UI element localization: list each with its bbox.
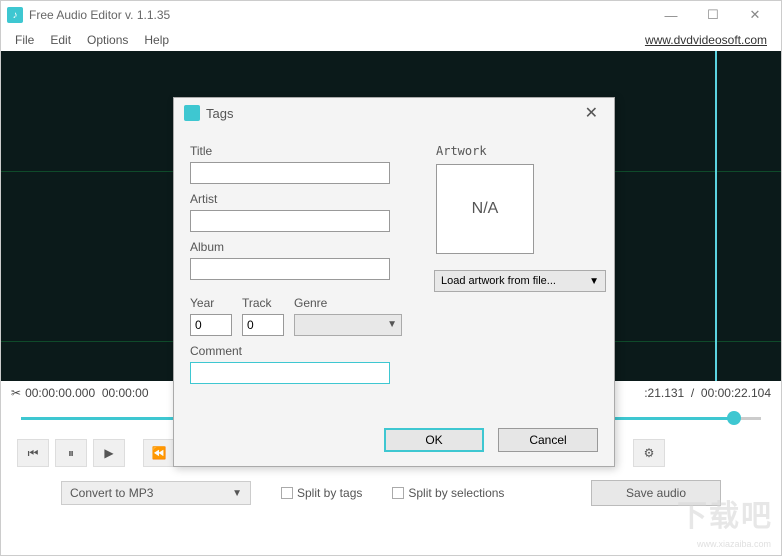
play-button[interactable]: ▶ — [93, 439, 125, 467]
convert-label: Convert to MP3 — [70, 486, 153, 500]
scissors-icon: ✂ — [11, 386, 21, 400]
checkbox-icon — [392, 487, 404, 499]
track-input[interactable] — [242, 314, 284, 336]
dialog-icon — [184, 105, 200, 121]
title-label: Title — [190, 144, 598, 158]
skip-back-button[interactable]: ⏪ — [143, 439, 175, 467]
year-input[interactable] — [190, 314, 232, 336]
artwork-na: N/A — [472, 200, 499, 218]
split-tags-label: Split by tags — [297, 486, 362, 500]
rewind-button[interactable]: ⏮ — [17, 439, 49, 467]
split-by-tags-checkbox[interactable]: Split by tags — [281, 486, 362, 500]
maximize-button[interactable]: ☐ — [693, 2, 733, 28]
album-input[interactable] — [190, 258, 390, 280]
genre-label: Genre — [294, 296, 402, 310]
save-label: Save audio — [626, 486, 686, 500]
slider-thumb[interactable] — [727, 411, 741, 425]
cancel-label: Cancel — [529, 433, 566, 447]
artist-label: Artist — [190, 192, 598, 206]
playhead-marker[interactable] — [715, 51, 717, 381]
split-sel-label: Split by selections — [408, 486, 504, 500]
dialog-titlebar: Tags ✕ — [174, 98, 614, 128]
pause-button[interactable]: ⏸ — [55, 439, 87, 467]
menu-bar: File Edit Options Help www.dvdvideosoft.… — [1, 29, 781, 51]
menu-help[interactable]: Help — [136, 31, 177, 49]
dialog-title: Tags — [206, 106, 233, 121]
load-artwork-label: Load artwork from file... — [441, 275, 556, 287]
dialog-buttons: OK Cancel — [384, 428, 598, 452]
convert-format-dropdown[interactable]: Convert to MP3 ▼ — [61, 481, 251, 505]
title-bar: ♪ Free Audio Editor v. 1.1.35 — ☐ ✕ — [1, 1, 781, 29]
time-mid: 00:00:00 — [102, 386, 149, 400]
tags-dialog: Tags ✕ Title Artist Album Year Track Gen… — [173, 97, 615, 467]
split-by-selections-checkbox[interactable]: Split by selections — [392, 486, 504, 500]
dialog-body: Title Artist Album Year Track Genre ▼ — [174, 128, 614, 392]
dropdown-arrow-icon: ▼ — [589, 276, 599, 287]
window-controls: — ☐ ✕ — [651, 2, 775, 28]
genre-dropdown[interactable]: ▼ — [294, 314, 402, 336]
website-link[interactable]: www.dvdvideosoft.com — [645, 33, 775, 47]
minimize-button[interactable]: — — [651, 2, 691, 28]
time-position: :21.131 — [644, 386, 684, 400]
ok-button[interactable]: OK — [384, 428, 484, 452]
menu-options[interactable]: Options — [79, 31, 136, 49]
menu-edit[interactable]: Edit — [42, 31, 79, 49]
comment-input[interactable] — [190, 362, 390, 384]
app-icon: ♪ — [7, 7, 23, 23]
artwork-label: Artwork — [436, 144, 487, 158]
time-start: 00:00:00.000 — [25, 386, 95, 400]
artwork-preview: N/A — [436, 164, 534, 254]
dropdown-arrow-icon: ▼ — [387, 319, 397, 330]
bottom-bar: Convert to MP3 ▼ Split by tags Split by … — [1, 473, 781, 513]
menu-file[interactable]: File — [7, 31, 42, 49]
title-input[interactable] — [190, 162, 390, 184]
app-title: Free Audio Editor v. 1.1.35 — [29, 8, 170, 22]
cancel-button[interactable]: Cancel — [498, 428, 598, 452]
settings-button[interactable]: ⚙ — [633, 439, 665, 467]
ok-label: OK — [425, 433, 442, 447]
load-artwork-dropdown[interactable]: Load artwork from file... ▼ — [434, 270, 606, 292]
dropdown-arrow-icon: ▼ — [232, 488, 242, 499]
close-button[interactable]: ✕ — [735, 2, 775, 28]
time-total: 00:00:22.104 — [701, 386, 771, 400]
watermark-url: www.xiazaiba.com — [697, 539, 771, 549]
comment-label: Comment — [190, 344, 598, 358]
dialog-close-button[interactable]: ✕ — [579, 101, 604, 125]
save-audio-button[interactable]: Save audio — [591, 480, 721, 506]
track-label: Track — [242, 296, 284, 310]
year-label: Year — [190, 296, 232, 310]
checkbox-icon — [281, 487, 293, 499]
artist-input[interactable] — [190, 210, 390, 232]
album-label: Album — [190, 240, 598, 254]
